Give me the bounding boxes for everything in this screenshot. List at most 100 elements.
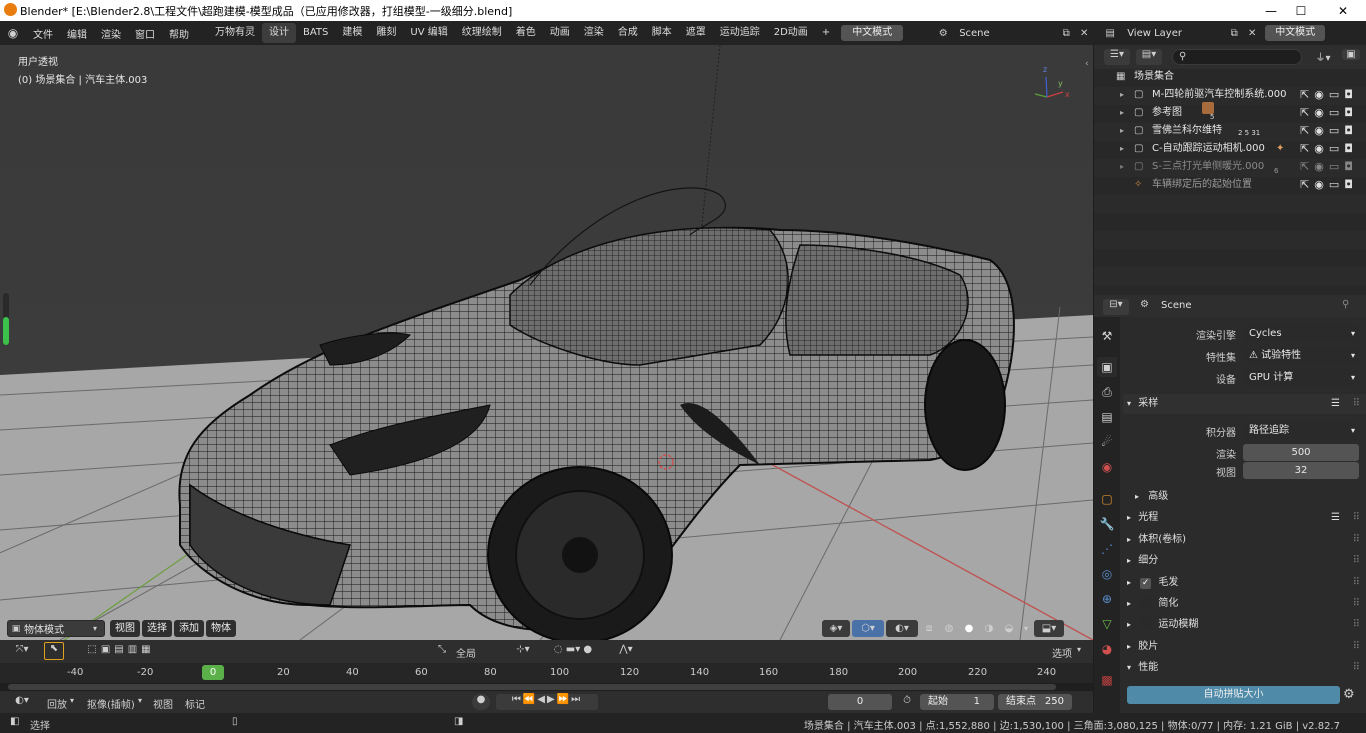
wireframe-shading-icon[interactable]: ◍: [940, 623, 958, 634]
delete-layer-icon[interactable]: ✕: [1245, 28, 1259, 39]
viewport-menu-add[interactable]: 添加: [174, 620, 204, 637]
select-mode-icons[interactable]: ⬚▣▤▥▦: [78, 644, 164, 655]
maximize-button[interactable]: ☐: [1278, 0, 1324, 21]
visibility-toggles[interactable]: ⇱◉▭◘: [1300, 104, 1358, 122]
record-icon[interactable]: ●: [472, 694, 490, 710]
auto-tile-size-button[interactable]: 自动拼贴大小: [1127, 686, 1340, 704]
presets-icon[interactable]: ☰: [1331, 394, 1340, 414]
current-frame-marker[interactable]: 0: [202, 665, 224, 680]
drag-handle-icon[interactable]: ⠿: [1353, 658, 1360, 678]
menu-help[interactable]: 帮助: [162, 26, 196, 41]
subdivision-panel[interactable]: ▸ 细分 ⠿: [1123, 551, 1366, 571]
scene-tab-icon[interactable]: ☄: [1097, 432, 1117, 452]
simplify-checkbox[interactable]: [1140, 595, 1152, 606]
tab-workspace-bats[interactable]: BATS: [296, 23, 335, 43]
output-tab-icon[interactable]: ⎙: [1097, 382, 1117, 402]
properties-editor-icon[interactable]: ⊟▾: [1103, 299, 1129, 315]
texture-tab-icon[interactable]: ▩: [1097, 670, 1117, 690]
outliner-item[interactable]: ▸ ▢ 参考图 5 ⇱◉▭◘: [1096, 102, 1366, 122]
render-engine-select[interactable]: Cycles ▾: [1243, 325, 1359, 342]
presets-icon[interactable]: ☰: [1331, 508, 1340, 528]
mode-select[interactable]: ▣ 物体模式 ▾: [7, 620, 105, 637]
delete-scene-icon[interactable]: ✕: [1077, 28, 1091, 39]
tab-workspace-0[interactable]: 万物有灵: [208, 23, 262, 43]
light-paths-panel[interactable]: ▸ 光程 ☰ ⠿: [1123, 508, 1366, 528]
tab-workspace-scripting[interactable]: 脚本: [645, 23, 679, 43]
viewport-menu-view[interactable]: 视图: [110, 620, 140, 637]
visibility-toggles[interactable]: ⇱◉▭◘: [1300, 122, 1358, 140]
new-collection-icon[interactable]: ▣: [1342, 49, 1360, 60]
keyframe-type-icon[interactable]: ⋀▾: [612, 644, 640, 655]
timeline-scrollbar[interactable]: [8, 684, 1056, 690]
tab-workspace-2d[interactable]: 2D动画: [767, 23, 815, 43]
volumes-panel[interactable]: ▸ 体积(卷标) ⠿: [1123, 530, 1366, 550]
sampling-panel-header[interactable]: ▾ 采样 ☰ ⠿: [1123, 394, 1366, 414]
feature-set-select[interactable]: ⚠ 试验特性 ▾: [1243, 347, 1359, 364]
filter-icon[interactable]: ⏚▾: [1312, 49, 1334, 64]
scene-icon[interactable]: ⚙: [933, 28, 953, 39]
tab-workspace-animation[interactable]: 动画: [543, 23, 577, 43]
select-tool-icon[interactable]: ⬉: [44, 642, 64, 660]
tab-workspace-texture[interactable]: 纹理绘制: [455, 23, 509, 43]
physics-tab-icon[interactable]: ◎: [1097, 564, 1117, 584]
scope-label[interactable]: 全局: [456, 645, 476, 660]
keying-menu[interactable]: 抠像(插帧): [87, 696, 135, 711]
render-samples-field[interactable]: 500: [1243, 444, 1359, 461]
hair-checkbox[interactable]: ✓: [1140, 578, 1152, 589]
tab-workspace-shading[interactable]: 着色: [509, 23, 543, 43]
transport-controls-icons[interactable]: ⏮⏪◀▶⏩⏭: [496, 694, 598, 710]
drag-handle-icon[interactable]: ⠿: [1353, 615, 1360, 635]
blender-menu-icon[interactable]: ◉: [0, 26, 26, 40]
particles-tab-icon[interactable]: ⋰: [1097, 539, 1117, 559]
outliner-item[interactable]: ▸ ▢ S-三点打光单侧暖光.000 6 ⇱◉▭◘: [1096, 158, 1366, 176]
start-frame-field[interactable]: 起始 1: [920, 694, 994, 710]
motion-blur-panel[interactable]: ▸ 运动模糊 ⠿: [1123, 615, 1366, 635]
outliner-item[interactable]: ▸ ▢ C-自动跟踪运动相机.000 ✦ ⇱◉▭◘: [1096, 140, 1366, 158]
hair-panel[interactable]: ▸ ✓ 毛发 ⠿: [1123, 573, 1366, 593]
menu-render[interactable]: 渲染: [94, 26, 128, 41]
constraints-tab-icon[interactable]: ⊕: [1097, 589, 1117, 609]
view-object-types-icon[interactable]: ◈▾: [822, 620, 850, 637]
timeline-editor-icon[interactable]: ⤧▾: [8, 644, 36, 655]
visibility-toggles[interactable]: ⇱◉▭◘: [1300, 86, 1358, 104]
outliner-editor-icon[interactable]: ☰▾: [1104, 49, 1130, 65]
drag-handle-icon[interactable]: ⠿: [1353, 530, 1360, 550]
drag-handle-icon[interactable]: ⠿: [1353, 637, 1360, 657]
copy-layer-icon[interactable]: ⧉: [1227, 28, 1241, 39]
outliner-search-input[interactable]: ⚲: [1172, 49, 1302, 65]
settings-gear-icon[interactable]: ⚙: [1343, 687, 1355, 702]
integrator-select[interactable]: 路径追踪 ▾: [1243, 422, 1359, 439]
menu-file[interactable]: 文件: [26, 26, 60, 41]
3d-viewport[interactable]: 用户透视 (0) 场景集合 | 汽车主体.003 x y z ‹ ▣ 物体模式 …: [0, 45, 1093, 640]
outliner-item[interactable]: ▸ ▢ 雪佛兰科尔维特 2 5 31 ⇱◉▭◘: [1096, 122, 1366, 140]
film-panel[interactable]: ▸ 胶片 ⠿: [1123, 637, 1366, 657]
rendered-shading-icon[interactable]: ◒: [1000, 623, 1018, 634]
timeline-options-label[interactable]: 选项: [1052, 645, 1072, 660]
tab-workspace-design[interactable]: 设计: [262, 23, 296, 43]
chinese-mode-button-2[interactable]: 中文模式: [1265, 25, 1326, 41]
collapse-arrow-icon[interactable]: ‹: [1085, 59, 1089, 69]
tab-workspace-modeling[interactable]: 建模: [335, 23, 369, 43]
gizmo-toggle-icon[interactable]: ⬡▾: [852, 620, 884, 637]
expand-arrow-icon[interactable]: ▸: [1120, 140, 1124, 158]
chinese-mode-button[interactable]: 中文模式: [841, 25, 904, 41]
outliner-root[interactable]: ▦ 场景集合: [1096, 68, 1366, 86]
solid-shading-icon[interactable]: ●: [960, 623, 978, 634]
scene-name[interactable]: Scene: [959, 28, 1059, 39]
visibility-toggles[interactable]: ⇱◉▭◘: [1300, 140, 1358, 158]
render-tab-icon[interactable]: ▣: [1097, 357, 1117, 377]
current-frame-field[interactable]: 0: [828, 694, 892, 710]
view-layer-tab-icon[interactable]: ▤: [1097, 407, 1117, 427]
outliner-item[interactable]: ▸ ▢ M-四轮前驱汽车控制系统.000 ⇱◉▭◘: [1096, 86, 1366, 104]
xray-icon[interactable]: ⧈: [920, 623, 938, 634]
display-mode-icon[interactable]: ▤▾: [1136, 49, 1162, 65]
drag-handle-icon[interactable]: ⠿: [1353, 394, 1360, 414]
pivot-icon[interactable]: ⤡: [438, 644, 446, 655]
expand-arrow-icon[interactable]: ▸: [1120, 104, 1124, 122]
tab-workspace-rendering[interactable]: 渲染: [577, 23, 611, 43]
visibility-toggles[interactable]: ⇱◉▭◘: [1300, 158, 1358, 176]
view-layer-name[interactable]: View Layer: [1127, 28, 1227, 39]
pin-icon[interactable]: ⚲: [1342, 299, 1349, 310]
timeline-view-menu[interactable]: 视图: [153, 696, 173, 711]
material-tab-icon[interactable]: ◕: [1097, 639, 1117, 659]
